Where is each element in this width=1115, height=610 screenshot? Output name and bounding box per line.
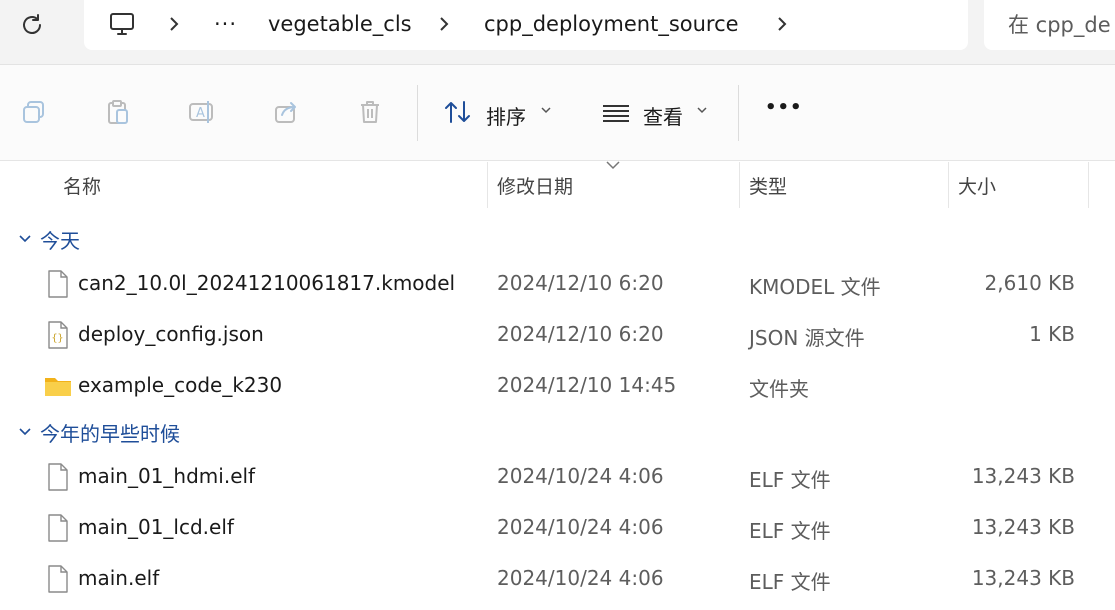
json-file-icon: {} — [48, 321, 68, 349]
chevron-right-icon — [170, 17, 179, 31]
group-header-earlier-this-year[interactable]: 今年的早些时候 — [18, 417, 180, 447]
chevron-right-icon — [440, 17, 449, 31]
search-placeholder: 在 cpp_de — [1008, 13, 1111, 37]
group-header-today[interactable]: 今天 — [18, 224, 80, 254]
file-date: 2024/12/10 14:45 — [497, 373, 677, 397]
file-date: 2024/12/10 6:20 — [497, 271, 664, 295]
refresh-icon — [23, 14, 41, 34]
file-type: ELF 文件 — [749, 468, 831, 492]
trash-icon — [361, 101, 379, 123]
more-options-button[interactable]: ••• — [765, 97, 803, 118]
file-size: 13,243 KB — [971, 566, 1075, 590]
file-date: 2024/12/10 6:20 — [497, 322, 664, 346]
file-name: example_code_k230 — [78, 373, 283, 397]
file-date: 2024/10/24 4:06 — [497, 566, 664, 590]
folder-row[interactable]: example_code_k230 2024/12/10 14:45 文件夹 — [0, 363, 1115, 409]
command-bar: A 排序 查看 ••• — [0, 65, 1115, 160]
file-size: 1 KB — [1029, 322, 1075, 346]
file-icon — [48, 514, 68, 542]
file-name: main_01_hdmi.elf — [78, 464, 256, 488]
toolbar-divider — [417, 85, 418, 141]
file-type: ELF 文件 — [749, 519, 831, 543]
divider — [0, 160, 1115, 161]
chevron-down-icon[interactable] — [539, 101, 553, 119]
sort-label[interactable]: 排序 — [486, 101, 526, 130]
breadcrumb-chevron[interactable] — [168, 9, 180, 39]
rename-icon: A — [189, 101, 213, 123]
breadcrumb-overflow[interactable]: ··· — [214, 9, 237, 39]
view-list-icon — [603, 105, 629, 122]
sort-indicator-icon — [606, 161, 620, 170]
column-divider[interactable] — [948, 162, 949, 208]
column-divider[interactable] — [487, 162, 488, 208]
column-divider[interactable] — [739, 162, 740, 208]
file-name: can2_10.0l_20241210061817.kmodel — [78, 271, 456, 295]
chevron-down-icon — [19, 235, 31, 243]
chevron-right-icon — [778, 17, 787, 31]
clipboard-icon — [108, 100, 128, 124]
column-header-date[interactable]: 修改日期 — [497, 172, 573, 199]
file-name: deploy_config.json — [78, 322, 264, 346]
address-bar[interactable]: ··· vegetable_cls cpp_deployment_source — [84, 0, 968, 50]
sort-button[interactable] — [441, 95, 475, 129]
group-label: 今天 — [40, 228, 80, 253]
file-type: ELF 文件 — [749, 570, 831, 594]
delete-button[interactable] — [353, 95, 387, 129]
file-row[interactable]: main_01_hdmi.elf 2024/10/24 4:06 ELF 文件 … — [0, 454, 1115, 500]
file-type: KMODEL 文件 — [749, 275, 881, 299]
file-row[interactable]: {} deploy_config.json 2024/12/10 6:20 JS… — [0, 312, 1115, 358]
chevron-down-icon — [19, 428, 31, 436]
svg-text:{}: {} — [52, 333, 64, 344]
column-header-name[interactable]: 名称 — [63, 172, 101, 199]
copy-button[interactable] — [17, 95, 51, 129]
file-name: main_01_lcd.elf — [78, 515, 234, 539]
folder-icon — [45, 378, 71, 396]
refresh-button[interactable] — [14, 7, 50, 43]
view-label[interactable]: 查看 — [643, 101, 683, 130]
file-icon — [48, 565, 68, 593]
breadcrumb-chevron[interactable] — [438, 9, 450, 39]
paste-button[interactable] — [101, 95, 135, 129]
view-button[interactable] — [599, 95, 633, 129]
file-date: 2024/10/24 4:06 — [497, 464, 664, 488]
group-label: 今年的早些时候 — [40, 421, 180, 446]
breadcrumb-item[interactable]: cpp_deployment_source — [484, 9, 739, 39]
breadcrumb-item[interactable]: vegetable_cls — [268, 9, 412, 39]
column-header-size[interactable]: 大小 — [958, 172, 996, 199]
title-bar: ··· vegetable_cls cpp_deployment_source … — [0, 0, 1115, 64]
copy-icon — [23, 101, 44, 123]
breadcrumb-chevron[interactable] — [776, 9, 788, 39]
file-date: 2024/10/24 4:06 — [497, 515, 664, 539]
file-name: main.elf — [78, 566, 160, 590]
file-size: 13,243 KB — [971, 515, 1075, 539]
file-type: JSON 源文件 — [749, 326, 865, 350]
this-pc-button[interactable] — [108, 9, 136, 39]
share-icon — [275, 102, 296, 123]
svg-text:A: A — [196, 106, 205, 121]
computer-icon — [110, 13, 134, 35]
file-type: 文件夹 — [749, 377, 809, 401]
file-row[interactable]: main.elf 2024/10/24 4:06 ELF 文件 13,243 K… — [0, 556, 1115, 602]
file-icon — [48, 463, 68, 491]
file-row[interactable]: can2_10.0l_20241210061817.kmodel 2024/12… — [0, 261, 1115, 307]
sort-icon — [445, 101, 470, 123]
file-size: 13,243 KB — [971, 464, 1075, 488]
rename-button[interactable]: A — [185, 95, 219, 129]
column-header-type[interactable]: 类型 — [749, 172, 787, 199]
file-size: 2,610 KB — [984, 271, 1075, 295]
column-divider[interactable] — [1088, 162, 1089, 208]
share-button[interactable] — [269, 95, 303, 129]
file-icon — [48, 270, 68, 298]
search-box[interactable]: 在 cpp_de — [984, 0, 1115, 50]
chevron-down-icon[interactable] — [695, 101, 709, 119]
file-row[interactable]: main_01_lcd.elf 2024/10/24 4:06 ELF 文件 1… — [0, 505, 1115, 551]
toolbar-divider — [738, 85, 739, 141]
